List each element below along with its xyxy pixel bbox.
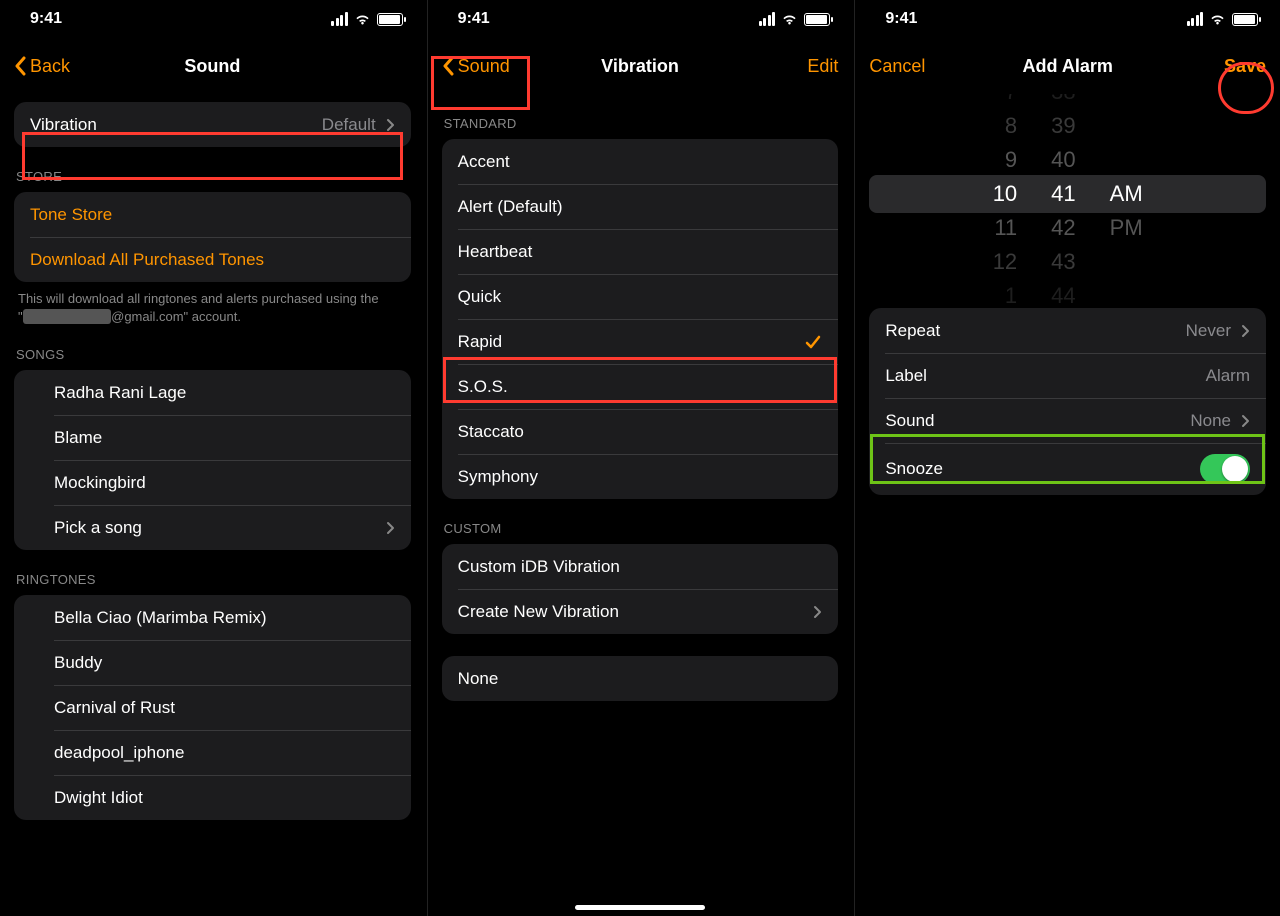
vibration-value: Default — [322, 115, 376, 135]
repeat-row[interactable]: Repeat Never — [869, 308, 1266, 353]
battery-icon — [804, 13, 830, 26]
status-bar: 9:41 — [855, 0, 1280, 38]
vibration-screen: 9:41 Sound Vibration Edit STANDARD — [427, 0, 853, 916]
download-all-row[interactable]: Download All Purchased Tones — [14, 237, 411, 282]
wifi-icon — [1209, 13, 1226, 25]
standard-header: STANDARD — [442, 94, 839, 139]
cellular-icon — [759, 12, 776, 26]
vibration-row[interactable]: Vibration Default — [14, 102, 411, 147]
battery-icon — [377, 13, 403, 26]
ringtone-row[interactable]: Dwight Idiot — [14, 775, 411, 820]
vibration-option[interactable]: Accent — [442, 139, 839, 184]
snooze-toggle[interactable] — [1200, 454, 1250, 484]
status-bar: 9:41 — [0, 0, 425, 38]
song-row[interactable]: Blame — [14, 415, 411, 460]
cancel-button[interactable]: Cancel — [869, 56, 925, 77]
vibration-option[interactable]: Heartbeat — [442, 229, 839, 274]
nav-title: Vibration — [542, 56, 739, 77]
time-picker[interactable]: 7 8 9 10 11 12 1 38 39 40 41 42 43 — [869, 94, 1266, 294]
sound-row[interactable]: Sound None — [869, 398, 1266, 443]
back-button[interactable]: Sound — [442, 56, 510, 77]
wifi-icon — [781, 13, 798, 25]
ringtone-row[interactable]: Buddy — [14, 640, 411, 685]
song-row[interactable]: Mockingbird — [14, 460, 411, 505]
home-indicator[interactable] — [575, 905, 705, 910]
wifi-icon — [354, 13, 371, 25]
chevron-right-icon — [1241, 324, 1250, 338]
cellular-icon — [1187, 12, 1204, 26]
snooze-row: Snooze — [869, 443, 1266, 495]
ringtone-row[interactable]: deadpool_iphone — [14, 730, 411, 775]
custom-header: CUSTOM — [442, 499, 839, 544]
vibration-option[interactable]: Alert (Default) — [442, 184, 839, 229]
nav-title: Add Alarm — [969, 56, 1166, 77]
chevron-right-icon — [1241, 414, 1250, 428]
ringtone-row[interactable]: Carnival of Rust — [14, 685, 411, 730]
chevron-right-icon — [386, 521, 395, 535]
chevron-right-icon — [386, 118, 395, 132]
vibration-option[interactable]: Staccato — [442, 409, 839, 454]
vibration-option-selected[interactable]: Rapid — [442, 319, 839, 364]
label-row[interactable]: Label Alarm — [869, 353, 1266, 398]
nav-bar: Cancel Add Alarm Save — [855, 38, 1280, 94]
status-time: 9:41 — [885, 10, 917, 28]
hour-column[interactable]: 7 8 9 10 11 12 1 — [993, 94, 1017, 311]
nav-bar: Back Sound — [0, 38, 425, 94]
minute-column[interactable]: 38 39 40 41 42 43 44 — [1051, 94, 1075, 311]
nav-bar: Sound Vibration Edit — [428, 38, 853, 94]
status-time: 9:41 — [458, 10, 490, 28]
status-bar: 9:41 — [428, 0, 853, 38]
status-time: 9:41 — [30, 10, 62, 28]
cellular-icon — [331, 12, 348, 26]
vibration-option[interactable]: S.O.S. — [442, 364, 839, 409]
edit-button[interactable]: Edit — [807, 56, 838, 77]
save-button[interactable]: Save — [1224, 56, 1266, 77]
ringtone-row[interactable]: Bella Ciao (Marimba Remix) — [14, 595, 411, 640]
none-row[interactable]: None — [442, 656, 839, 701]
sound-screen: 9:41 Back Sound Vi — [0, 0, 425, 916]
pick-song-row[interactable]: Pick a song — [14, 505, 411, 550]
battery-icon — [1232, 13, 1258, 26]
vibration-option[interactable]: Symphony — [442, 454, 839, 499]
redacted-email: xxxxx — [23, 309, 112, 324]
song-row[interactable]: Radha Rani Lage — [14, 370, 411, 415]
add-alarm-screen: 9:41 Cancel Add Alarm Save 7 — [854, 0, 1280, 916]
songs-header: SONGS — [14, 325, 411, 370]
ampm-column[interactable]: . . . AM PM . . — [1110, 94, 1143, 311]
vibration-label: Vibration — [30, 115, 312, 135]
create-vibration-row[interactable]: Create New Vibration — [442, 589, 839, 634]
store-header: STORE — [14, 147, 411, 192]
ringtones-header: RINGTONES — [14, 550, 411, 595]
store-footer: This will download all ringtones and ale… — [14, 282, 411, 325]
back-button[interactable]: Back — [14, 56, 70, 77]
tone-store-row[interactable]: Tone Store — [14, 192, 411, 237]
checkmark-icon — [804, 333, 822, 351]
vibration-option[interactable]: Quick — [442, 274, 839, 319]
nav-title: Sound — [114, 56, 311, 77]
custom-vibration-row[interactable]: Custom iDB Vibration — [442, 544, 839, 589]
chevron-right-icon — [813, 605, 822, 619]
